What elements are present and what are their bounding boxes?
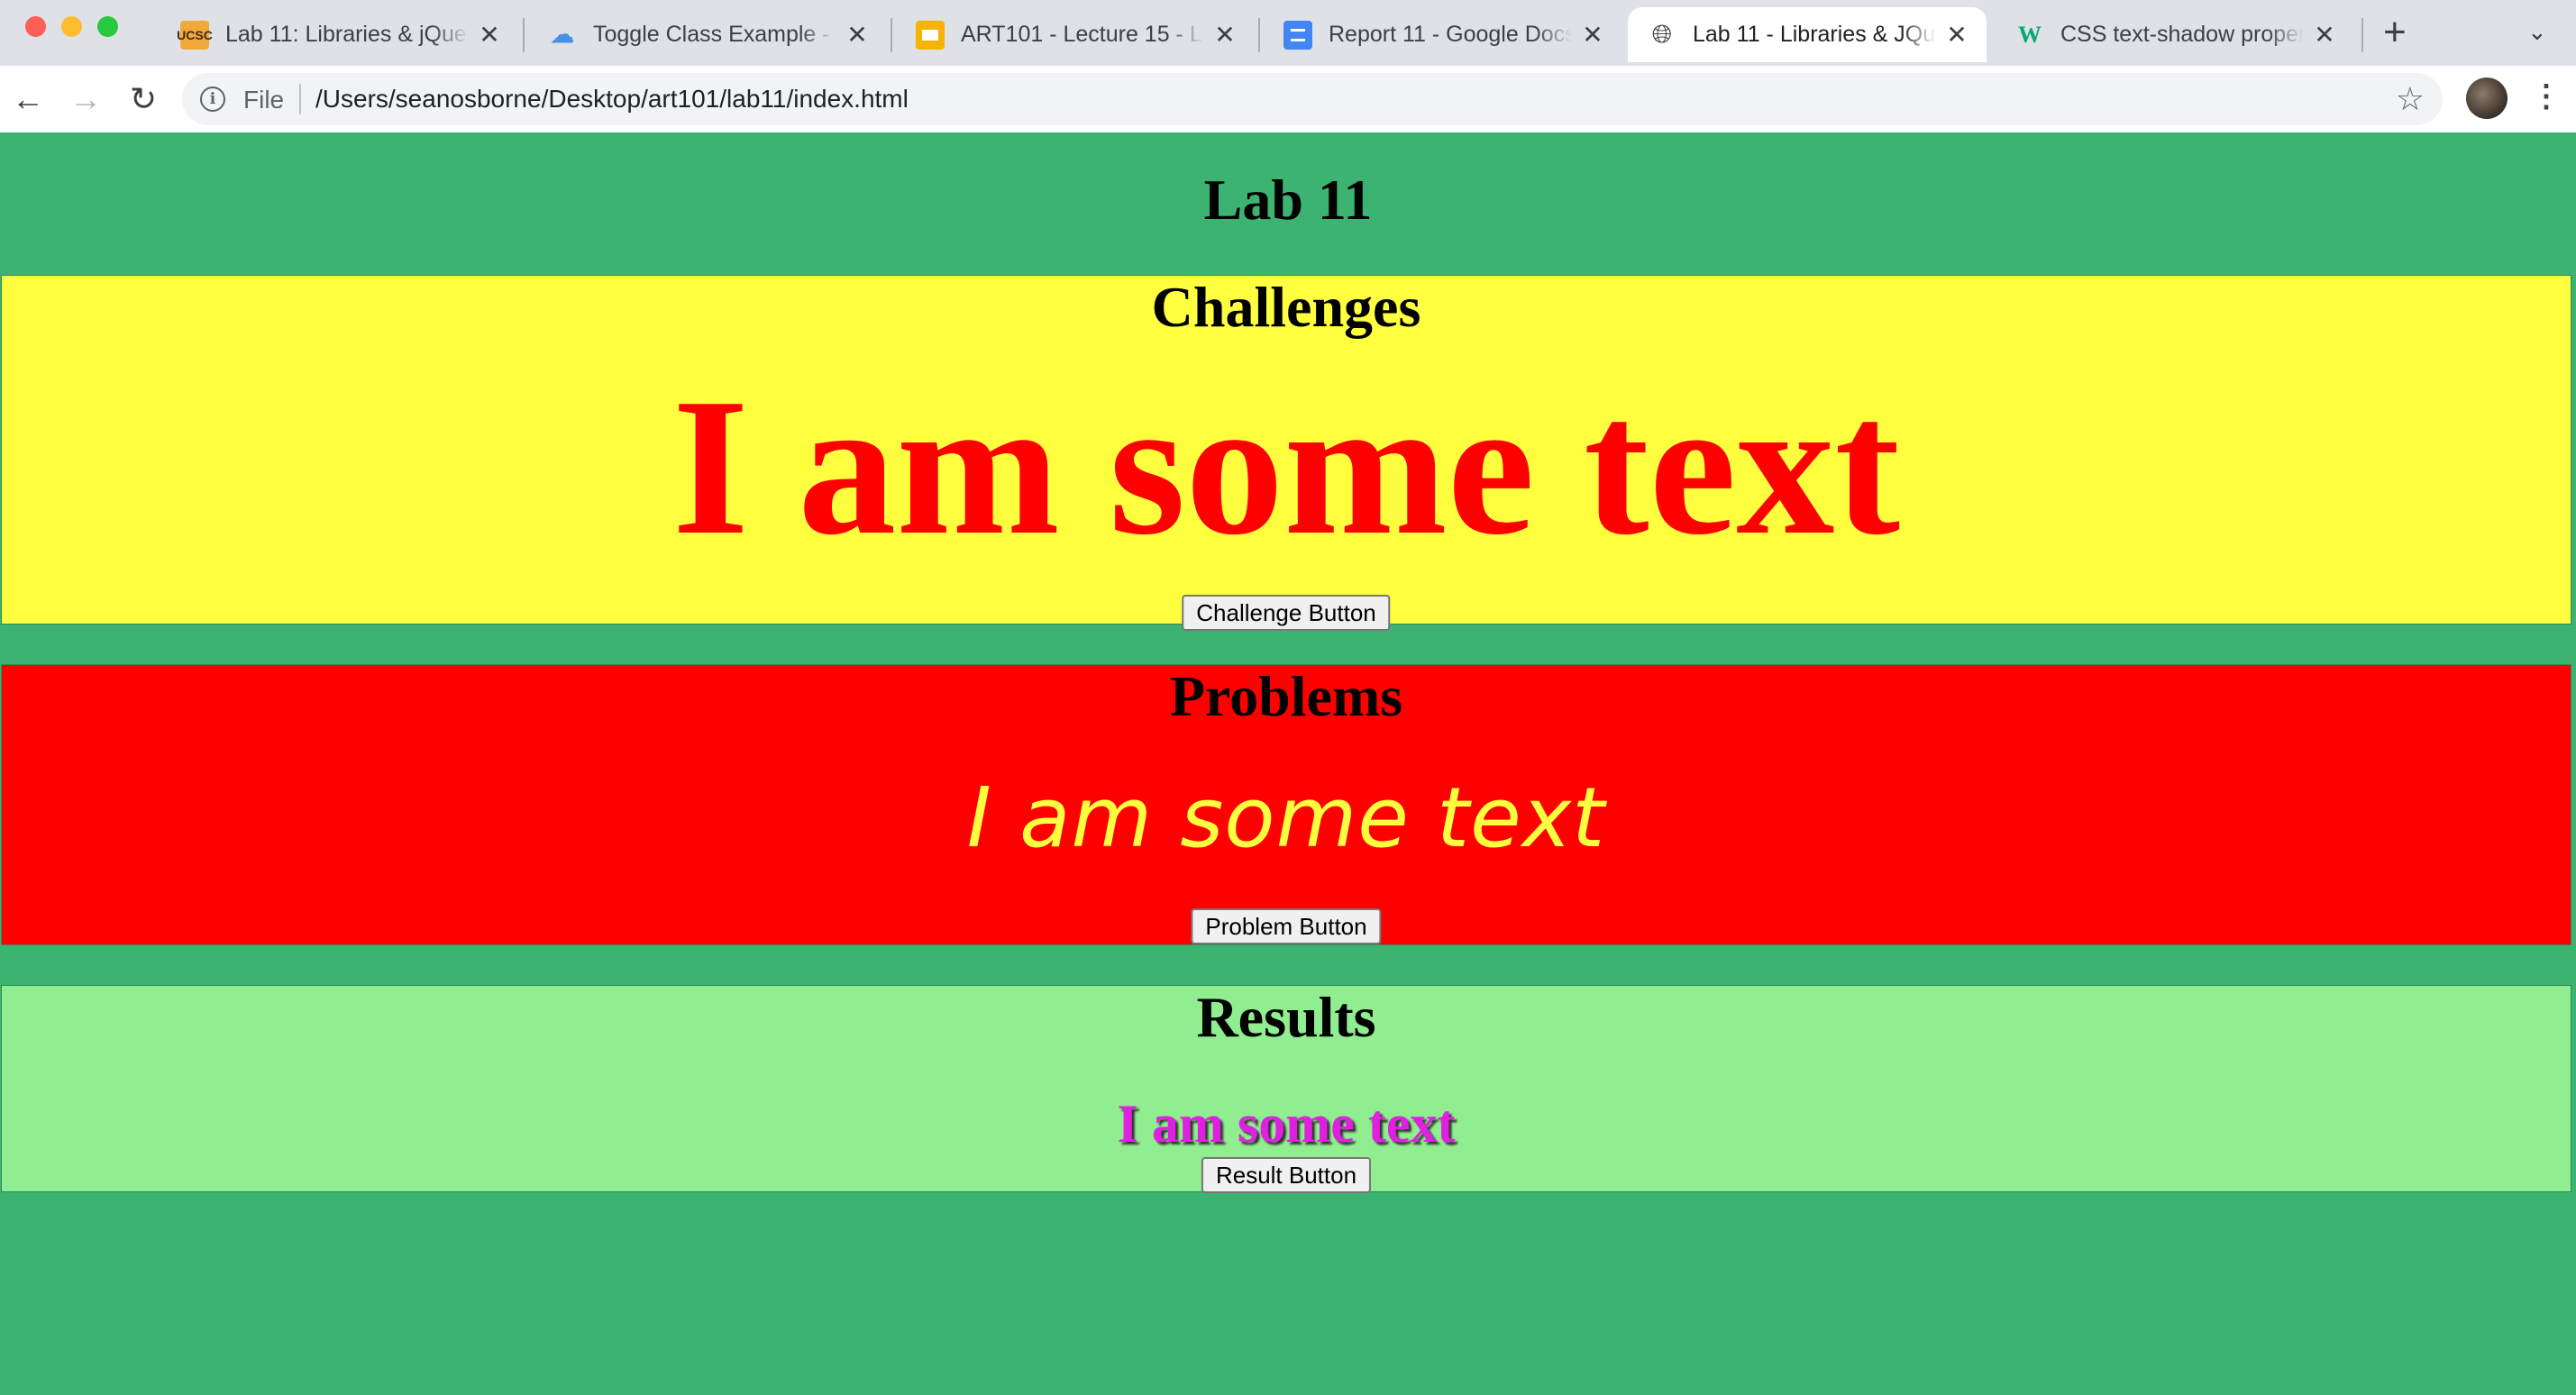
close-window-button[interactable] bbox=[25, 16, 46, 37]
tab-title: Report 11 - Google Docs bbox=[1329, 22, 1572, 47]
tab-title: ART101 - Lecture 15 - Libraries bbox=[961, 22, 1204, 47]
challenges-heading: Challenges bbox=[1151, 275, 1421, 339]
tab-separator bbox=[523, 18, 525, 52]
menu-kebab-icon[interactable]: ⋮ bbox=[2531, 78, 2562, 114]
problems-section: Problems I am some text Problem Button bbox=[1, 664, 2571, 945]
close-icon[interactable]: ✕ bbox=[1579, 20, 1606, 50]
close-icon[interactable]: ✕ bbox=[1943, 20, 1970, 50]
reload-icon[interactable]: ↻ bbox=[121, 77, 166, 122]
problems-text: I am some text bbox=[966, 770, 1606, 866]
browser-toolbar: ← → ↻ i File /Users/seanosborne/Desktop/… bbox=[0, 66, 2576, 133]
problem-button[interactable]: Problem Button bbox=[1191, 908, 1382, 944]
maximize-window-button[interactable] bbox=[97, 16, 118, 37]
new-tab-button[interactable]: + bbox=[2383, 13, 2407, 52]
page-title: Lab 11 bbox=[1203, 168, 1373, 232]
w3schools-icon: W bbox=[2018, 21, 2042, 48]
tab-separator bbox=[1258, 18, 1260, 52]
url-text[interactable]: /Users/seanosborne/Desktop/art101/lab11/… bbox=[315, 85, 909, 114]
problems-heading: Problems bbox=[1169, 664, 1403, 728]
minimize-window-button[interactable] bbox=[61, 16, 82, 37]
close-icon[interactable]: ✕ bbox=[1211, 20, 1238, 50]
result-button[interactable]: Result Button bbox=[1201, 1157, 1372, 1193]
challenge-button[interactable]: Challenge Button bbox=[1182, 595, 1391, 631]
url-separator bbox=[299, 84, 301, 114]
tab-strip: UCSC Lab 11: Libraries & jQuery ✕ ☁ Togg… bbox=[0, 0, 2576, 66]
globe-icon: 🌐︎ bbox=[1651, 20, 1673, 48]
challenges-section: Challenges I am some text Challenge Butt… bbox=[1, 275, 2571, 631]
results-text: I am some text bbox=[1117, 1094, 1456, 1153]
url-scheme: File bbox=[243, 86, 285, 114]
bookmark-star-icon[interactable]: ☆ bbox=[2396, 80, 2425, 118]
close-icon[interactable]: ✕ bbox=[476, 20, 503, 50]
docs-icon bbox=[1283, 20, 1312, 50]
tab-title: Lab 11 - Libraries & JQuery bbox=[1693, 22, 1936, 47]
tab-lab11-active[interactable]: 🌐︎ Lab 11 - Libraries & JQuery ✕ bbox=[1628, 7, 1987, 62]
results-section: Results I am some text Result Button bbox=[1, 985, 2571, 1193]
address-bar[interactable]: i File /Users/seanosborne/Desktop/art101… bbox=[182, 73, 2443, 125]
forward-arrow-icon[interactable]: → bbox=[63, 77, 108, 122]
tab-toggle-class[interactable]: ☁ Toggle Class Example - JSFiddle ✕ bbox=[528, 7, 887, 62]
tab-lab11-libraries[interactable]: UCSC Lab 11: Libraries & jQuery ✕ bbox=[160, 7, 519, 62]
tab-art101-lecture[interactable]: ART101 - Lecture 15 - Libraries ✕ bbox=[896, 7, 1255, 62]
tab-separator bbox=[2361, 18, 2363, 52]
info-icon[interactable]: i bbox=[200, 87, 225, 112]
tab-title: Toggle Class Example - JSFiddle bbox=[593, 22, 836, 47]
tab-title: CSS text-shadow property bbox=[2060, 22, 2304, 47]
tab-report11[interactable]: Report 11 - Google Docs ✕ bbox=[1264, 7, 1622, 62]
challenges-text: I am some text bbox=[671, 359, 1901, 576]
tab-search-chevron-icon[interactable]: ⌄ bbox=[2527, 18, 2547, 46]
jsfiddle-icon: ☁ bbox=[551, 21, 574, 48]
profile-avatar[interactable] bbox=[2466, 78, 2507, 119]
page-content: Lab 11 Challenges I am some text Challen… bbox=[0, 132, 2576, 1395]
results-heading: Results bbox=[1196, 985, 1376, 1049]
back-arrow-icon[interactable]: ← bbox=[5, 77, 50, 122]
ucsc-icon: UCSC bbox=[177, 20, 213, 50]
slides-icon bbox=[916, 20, 945, 50]
close-icon[interactable]: ✕ bbox=[2311, 20, 2338, 50]
close-icon[interactable]: ✕ bbox=[844, 20, 871, 50]
tab-css-text-shadow[interactable]: W CSS text-shadow property ✕ bbox=[1996, 7, 2354, 62]
tab-separator bbox=[891, 18, 892, 52]
tab-title: Lab 11: Libraries & jQuery bbox=[225, 22, 469, 47]
